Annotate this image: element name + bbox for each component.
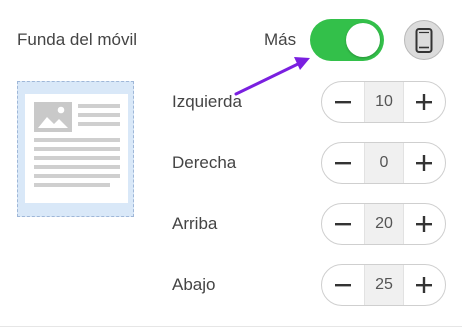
margin-label-top: Arriba [172, 214, 218, 233]
margin-row-bottom: Abajo 25 [172, 264, 446, 306]
minus-icon [335, 101, 351, 104]
margin-label-left: Izquierda [172, 92, 242, 111]
right-margin-stepper[interactable]: 0 [321, 142, 446, 184]
section-title: Funda del móvil [17, 30, 138, 49]
left-increment-button[interactable] [403, 82, 445, 122]
margin-label-right: Derecha [172, 153, 237, 172]
page-layout-preview [17, 81, 134, 217]
bottom-margin-value[interactable]: 25 [364, 265, 404, 305]
bottom-margin-stepper[interactable]: 25 [321, 264, 446, 306]
bottom-decrement-button[interactable] [322, 265, 364, 305]
left-margin-value[interactable]: 10 [364, 82, 404, 122]
bottom-increment-button[interactable] [403, 265, 445, 305]
right-decrement-button[interactable] [322, 143, 364, 183]
more-label: Más [264, 30, 297, 49]
right-margin-value[interactable]: 0 [364, 143, 404, 183]
smartphone-icon [415, 28, 433, 53]
left-decrement-button[interactable] [322, 82, 364, 122]
plus-icon [416, 216, 432, 232]
margin-label-bottom: Abajo [172, 275, 216, 294]
margin-row-top: Arriba 20 [172, 203, 446, 245]
toggle-knob[interactable] [346, 23, 380, 57]
top-decrement-button[interactable] [322, 204, 364, 244]
page-thumbnail [25, 94, 128, 203]
top-margin-value[interactable]: 20 [364, 204, 404, 244]
page-margin-settings-panel: Funda del móvil Más Izquierda 10 Derecha… [0, 0, 462, 327]
right-increment-button[interactable] [403, 143, 445, 183]
minus-icon [335, 223, 351, 226]
plus-icon [416, 277, 432, 293]
minus-icon [335, 284, 351, 287]
margin-row-left: Izquierda 10 [172, 81, 446, 123]
plus-icon [416, 155, 432, 171]
phone-case-button[interactable] [404, 20, 444, 60]
plus-icon [416, 94, 432, 110]
more-toggle[interactable] [310, 19, 384, 61]
left-margin-stepper[interactable]: 10 [321, 81, 446, 123]
margin-row-right: Derecha 0 [172, 142, 446, 184]
top-margin-stepper[interactable]: 20 [321, 203, 446, 245]
minus-icon [335, 162, 351, 165]
top-increment-button[interactable] [403, 204, 445, 244]
